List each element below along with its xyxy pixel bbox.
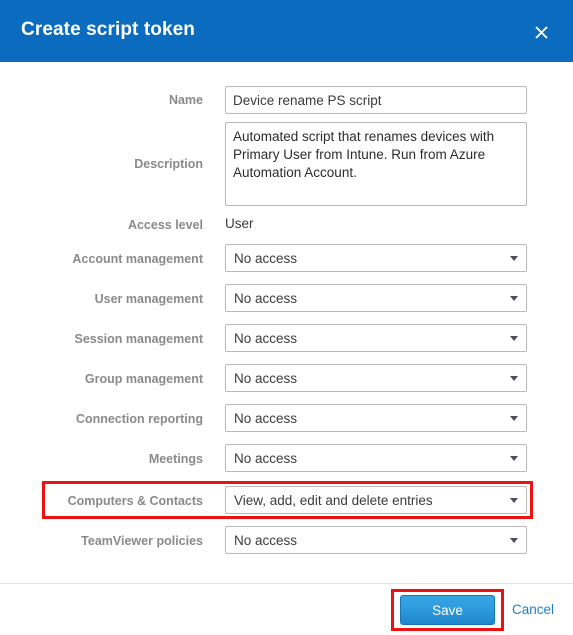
computers-contacts-label: Computers & Contacts — [67, 494, 203, 508]
description-textarea[interactable]: Automated script that renames devices wi… — [225, 122, 527, 206]
access-level-label: Access level — [127, 218, 203, 232]
access-level-value: User — [225, 216, 254, 231]
session-management-label: Session management — [74, 332, 203, 346]
name-input[interactable] — [225, 86, 527, 114]
teamviewer-policies-value: No access — [234, 533, 298, 548]
account-management-value: No access — [234, 251, 298, 266]
meetings-label: Meetings — [148, 452, 203, 466]
user-management-value: No access — [234, 291, 298, 306]
meetings-select[interactable]: No access — [225, 444, 527, 472]
chevron-down-icon — [510, 538, 518, 543]
save-button[interactable]: Save — [400, 595, 495, 625]
teamviewer-policies-select[interactable]: No access — [225, 526, 527, 554]
session-management-value: No access — [234, 331, 298, 346]
computers-contacts-value: View, add, edit and delete entries — [234, 493, 433, 508]
meetings-value: No access — [234, 451, 298, 466]
chevron-down-icon — [510, 376, 518, 381]
name-label: Name — [168, 93, 203, 107]
account-management-select[interactable]: No access — [225, 244, 527, 272]
chevron-down-icon — [510, 498, 518, 503]
account-management-label: Account management — [72, 252, 203, 266]
connection-reporting-value: No access — [234, 411, 298, 426]
description-label: Description — [134, 157, 203, 171]
group-management-select[interactable]: No access — [225, 364, 527, 392]
page-title: Create script token — [21, 19, 196, 40]
chevron-down-icon — [510, 256, 518, 261]
chevron-down-icon — [510, 416, 518, 421]
cancel-button[interactable]: Cancel — [512, 602, 554, 617]
create-script-token-dialog: Create script token Name Description Aut… — [0, 0, 573, 635]
close-icon[interactable] — [525, 16, 557, 48]
dialog-body: Name Description Automated script that r… — [0, 62, 573, 583]
chevron-down-icon — [510, 336, 518, 341]
group-management-label: Group management — [84, 372, 203, 386]
user-management-select[interactable]: No access — [225, 284, 527, 312]
chevron-down-icon — [510, 296, 518, 301]
dialog-header: Create script token — [0, 0, 573, 62]
session-management-select[interactable]: No access — [225, 324, 527, 352]
connection-reporting-label: Connection reporting — [75, 412, 203, 426]
teamviewer-policies-label: TeamViewer policies — [81, 534, 203, 548]
group-management-value: No access — [234, 371, 298, 386]
user-management-label: User management — [94, 292, 203, 306]
computers-contacts-select[interactable]: View, add, edit and delete entries — [225, 486, 527, 514]
chevron-down-icon — [510, 456, 518, 461]
connection-reporting-select[interactable]: No access — [225, 404, 527, 432]
dialog-footer: Save Cancel — [0, 583, 573, 635]
